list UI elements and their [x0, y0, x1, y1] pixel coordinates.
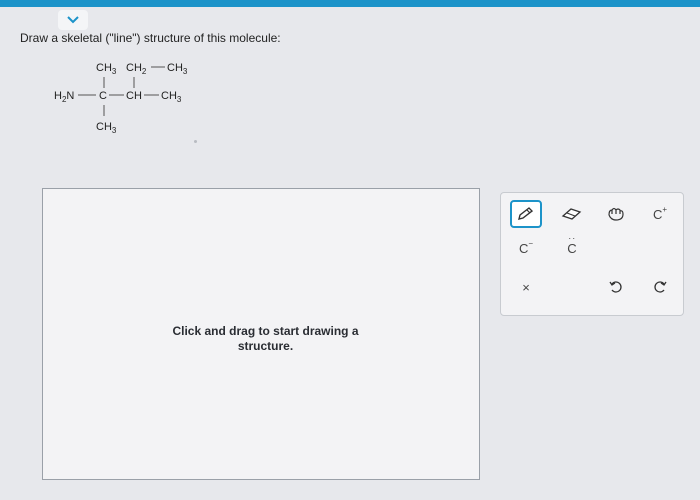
stray-dot — [194, 140, 197, 143]
canvas-hint: Click and drag to start drawing a struct… — [143, 324, 388, 354]
pencil-icon — [518, 207, 534, 220]
undo-button[interactable] — [600, 273, 632, 301]
group-ch3-right: CH3 — [161, 90, 182, 104]
canvas-hint-line1: Click and drag to start drawing a — [172, 324, 359, 338]
clear-button[interactable]: × — [510, 273, 542, 301]
group-ch2: CH2 — [126, 62, 147, 76]
lone-pair-dots-icon: ·· — [568, 232, 577, 243]
chevron-down-icon — [67, 16, 79, 24]
group-h2n: H2N — [54, 90, 74, 104]
atom-c: C — [99, 90, 107, 102]
carbene-tool-button[interactable]: ·· C — [556, 233, 588, 262]
plus-charge-icon: + — [662, 204, 668, 214]
question-prompt: Draw a skeletal ("line") structure of th… — [20, 31, 281, 45]
group-ch3-top: CH3 — [96, 62, 117, 76]
group-ch3-bottom: CH3 — [96, 121, 117, 135]
carbanion-tool-button[interactable]: C − — [510, 234, 542, 262]
group-ch: CH — [126, 90, 142, 102]
eraser-tool-button[interactable] — [556, 200, 588, 228]
undo-icon — [609, 281, 622, 293]
redo-button[interactable] — [644, 273, 676, 301]
carbene-symbol: ·· C — [567, 233, 577, 256]
close-icon: × — [522, 279, 530, 295]
carbene-label: C — [567, 240, 577, 256]
hand-tool-button[interactable] — [600, 200, 632, 228]
group-ch3-right-top: CH3 — [167, 62, 188, 76]
drawing-canvas[interactable]: Click and drag to start drawing a struct… — [42, 188, 480, 480]
eraser-icon — [561, 208, 582, 220]
drawing-toolbar: C + C − ·· C × — [500, 192, 684, 316]
pencil-tool-button[interactable] — [510, 200, 542, 228]
carbocation-label: C — [652, 206, 663, 222]
carbanion-label: C — [518, 240, 529, 256]
top-accent-bar — [0, 0, 700, 7]
redo-icon — [654, 281, 667, 293]
carbocation-tool-button[interactable]: C + — [644, 200, 676, 228]
hand-icon — [608, 207, 624, 221]
condensed-structure: CH3 CH2 CH3 H2N C CH CH3 CH3 — [54, 62, 188, 135]
minus-charge-icon: − — [528, 238, 534, 248]
collapse-chevron-button[interactable] — [58, 10, 88, 30]
canvas-hint-line2: structure. — [237, 339, 294, 353]
